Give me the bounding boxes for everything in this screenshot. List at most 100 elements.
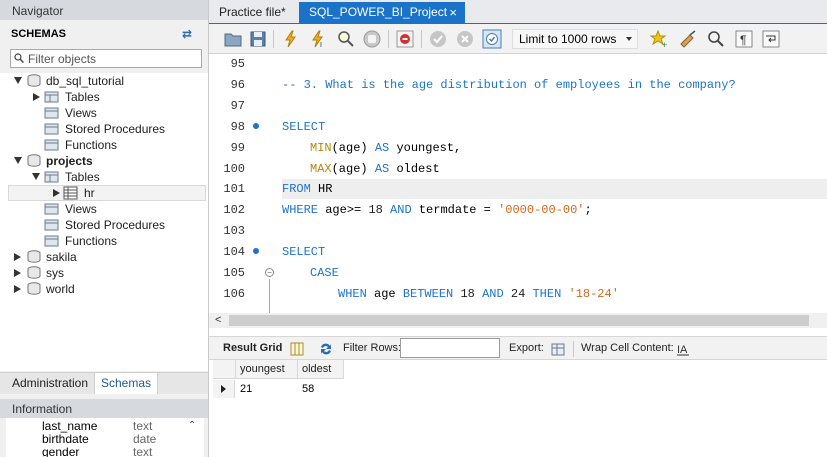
tab-sql-power-bi-project[interactable]: SQL_POWER_BI_Project × <box>299 2 465 24</box>
search-icon <box>14 53 24 63</box>
line-number: 101 <box>223 182 245 196</box>
scroll-left-icon[interactable]: < <box>215 314 221 326</box>
word-wrap-icon[interactable] <box>761 29 781 49</box>
editor-horizontal-scrollbar[interactable]: < <box>209 313 827 328</box>
expand-arrow-icon[interactable] <box>32 173 40 180</box>
open-folder-icon[interactable] <box>223 29 243 49</box>
code-keyword: FROM <box>282 182 311 196</box>
tree-item-hr-content[interactable]: hr <box>0 185 208 201</box>
filter-rows-input[interactable] <box>400 338 500 358</box>
svg-text:IA: IA <box>677 344 688 356</box>
schema-name: projects <box>46 154 93 168</box>
expand-arrow-icon[interactable] <box>14 269 21 277</box>
add-snippet-star-icon[interactable]: + <box>649 29 669 49</box>
sql-editor[interactable]: 95 96 -- 3. What is the age distribution… <box>209 55 827 313</box>
limit-rows-select[interactable]: Limit to 1000 rows <box>512 29 638 49</box>
schema-name: db_sql_tutorial <box>46 74 125 88</box>
tree-item-views[interactable]: Views <box>0 201 208 217</box>
database-icon <box>27 250 41 263</box>
stop-hand-icon[interactable] <box>362 29 382 49</box>
filter-objects-field[interactable] <box>10 49 202 68</box>
close-icon[interactable]: × <box>449 2 457 23</box>
code-keyword: WHERE <box>282 203 319 217</box>
code-keyword: SELECT <box>282 245 326 259</box>
toggle-error-stop-icon[interactable] <box>395 29 415 49</box>
schema-sys[interactable]: sys <box>0 265 208 281</box>
statement-marker-icon <box>253 248 259 254</box>
explain-magnifier-icon[interactable] <box>336 29 356 49</box>
code-line: MAX(age) AS oldest <box>310 162 440 176</box>
schema-projects[interactable]: projects <box>0 153 208 169</box>
tab-practice-file[interactable]: Practice file* <box>209 2 296 24</box>
column-header-oldest[interactable]: oldest <box>298 360 344 379</box>
result-grid: youngest oldest 21 58 <box>209 360 827 457</box>
scroll-up-icon[interactable]: ⌃ <box>188 420 200 432</box>
execute-current-statement-icon[interactable]: I <box>308 29 328 49</box>
tree-item-functions[interactable]: Functions <box>0 137 208 153</box>
database-icon <box>27 154 41 167</box>
tree-item-stored-procedures[interactable]: Stored Procedures <box>0 121 208 137</box>
editor-tab-bar: Practice file* SQL_POWER_BI_Project × <box>209 0 827 24</box>
find-magnifier-icon[interactable] <box>706 29 726 49</box>
code-keyword: AND <box>390 203 412 217</box>
refresh-icon[interactable] <box>318 341 334 357</box>
schema-tree: db_sql_tutorial Tables Views Stored Proc… <box>0 73 208 371</box>
limit-rows-value: Limit to 1000 rows <box>519 32 617 46</box>
table-icon <box>63 186 78 200</box>
schema-world[interactable]: world <box>0 281 208 297</box>
expand-arrow-icon[interactable] <box>14 285 21 293</box>
line-number: 104 <box>223 245 245 259</box>
autocommit-toggle-icon[interactable] <box>482 29 502 49</box>
wrap-cell-icon[interactable]: IA <box>675 341 691 357</box>
code-line: MIN(age) AS youngest, <box>310 141 461 155</box>
functions-folder-icon <box>44 235 59 247</box>
column-header-youngest[interactable]: youngest <box>236 360 298 379</box>
expand-arrow-icon[interactable] <box>53 189 60 197</box>
code-line: WHERE age>= 18 AND termdate = '0000-00-0… <box>282 203 592 217</box>
line-number: 98 <box>230 120 245 134</box>
fold-toggle-icon[interactable]: − <box>265 268 274 277</box>
refresh-icon[interactable]: ⇄ <box>182 28 194 40</box>
code-alias: oldest <box>396 162 440 176</box>
commit-icon[interactable] <box>428 29 448 49</box>
tab-schemas[interactable]: Schemas <box>94 373 159 394</box>
rollback-icon[interactable] <box>455 29 475 49</box>
schema-db-sql-tutorial[interactable]: db_sql_tutorial <box>0 73 208 89</box>
fold-guide <box>269 279 270 313</box>
tree-item-functions[interactable]: Functions <box>0 233 208 249</box>
grid-cell[interactable]: 58 <box>298 380 344 398</box>
invisible-characters-icon[interactable]: ¶ <box>734 29 754 49</box>
navigator-panel: Navigator SCHEMAS ⇄ db_sql_tutorial Tabl… <box>0 0 209 457</box>
navigator-tabs: Administration Schemas <box>0 372 208 394</box>
code-keyword: THEN <box>532 287 562 301</box>
tree-item-tables[interactable]: Tables <box>0 89 208 105</box>
expand-arrow-icon[interactable] <box>14 77 22 84</box>
tree-item-label: Tables <box>65 170 100 184</box>
export-icon[interactable] <box>550 341 566 357</box>
beautify-broom-icon[interactable] <box>678 29 698 49</box>
line-number: 97 <box>230 99 245 113</box>
code-number: 18 <box>460 287 475 301</box>
tab-administration[interactable]: Administration <box>6 373 95 394</box>
scrollbar-thumb[interactable] <box>229 315 809 326</box>
column-name: gender <box>42 445 80 457</box>
grid-view-icon[interactable] <box>289 341 305 357</box>
filter-objects-input[interactable] <box>28 51 200 66</box>
expand-arrow-icon[interactable] <box>14 157 22 164</box>
schema-sakila[interactable]: sakila <box>0 249 208 265</box>
save-icon[interactable] <box>248 29 268 49</box>
expand-arrow-icon[interactable] <box>33 93 40 101</box>
tree-item-views[interactable]: Views <box>0 105 208 121</box>
code-text: age>= <box>325 203 362 217</box>
tree-item-stored-procedures[interactable]: Stored Procedures <box>0 217 208 233</box>
tree-item-label: hr <box>84 186 95 200</box>
result-grid-tab[interactable]: Result Grid <box>223 342 282 354</box>
code-keyword: AS <box>374 162 390 176</box>
execute-lightning-icon[interactable] <box>281 29 301 49</box>
expand-arrow-icon[interactable] <box>14 253 21 261</box>
info-column-row: gender text <box>42 446 192 457</box>
grid-cell[interactable]: 21 <box>236 380 298 398</box>
tree-item-tables[interactable]: Tables <box>0 169 208 185</box>
row-indicator[interactable] <box>213 380 235 398</box>
code-string: '18-24' <box>568 287 619 301</box>
